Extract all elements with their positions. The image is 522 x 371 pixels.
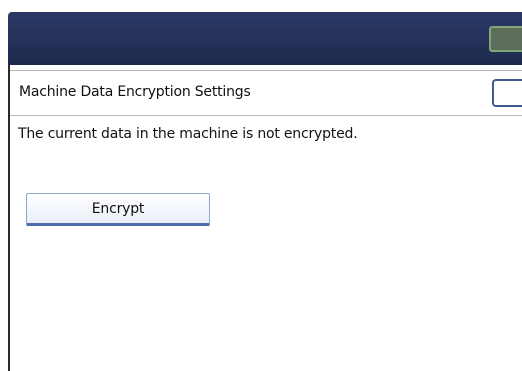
encrypt-button[interactable]: Encrypt — [26, 193, 210, 226]
top-strip — [0, 0, 522, 12]
device-panel-screen: Machine Data Encryption Settings The cur… — [0, 0, 522, 371]
title-row: Machine Data Encryption Settings — [10, 70, 522, 116]
encryption-status-message: The current data in the machine is not e… — [18, 126, 358, 142]
title-side-button[interactable] — [492, 79, 522, 107]
header-bar — [8, 12, 522, 65]
header-corner-button[interactable] — [489, 26, 522, 52]
page-title: Machine Data Encryption Settings — [19, 84, 251, 100]
